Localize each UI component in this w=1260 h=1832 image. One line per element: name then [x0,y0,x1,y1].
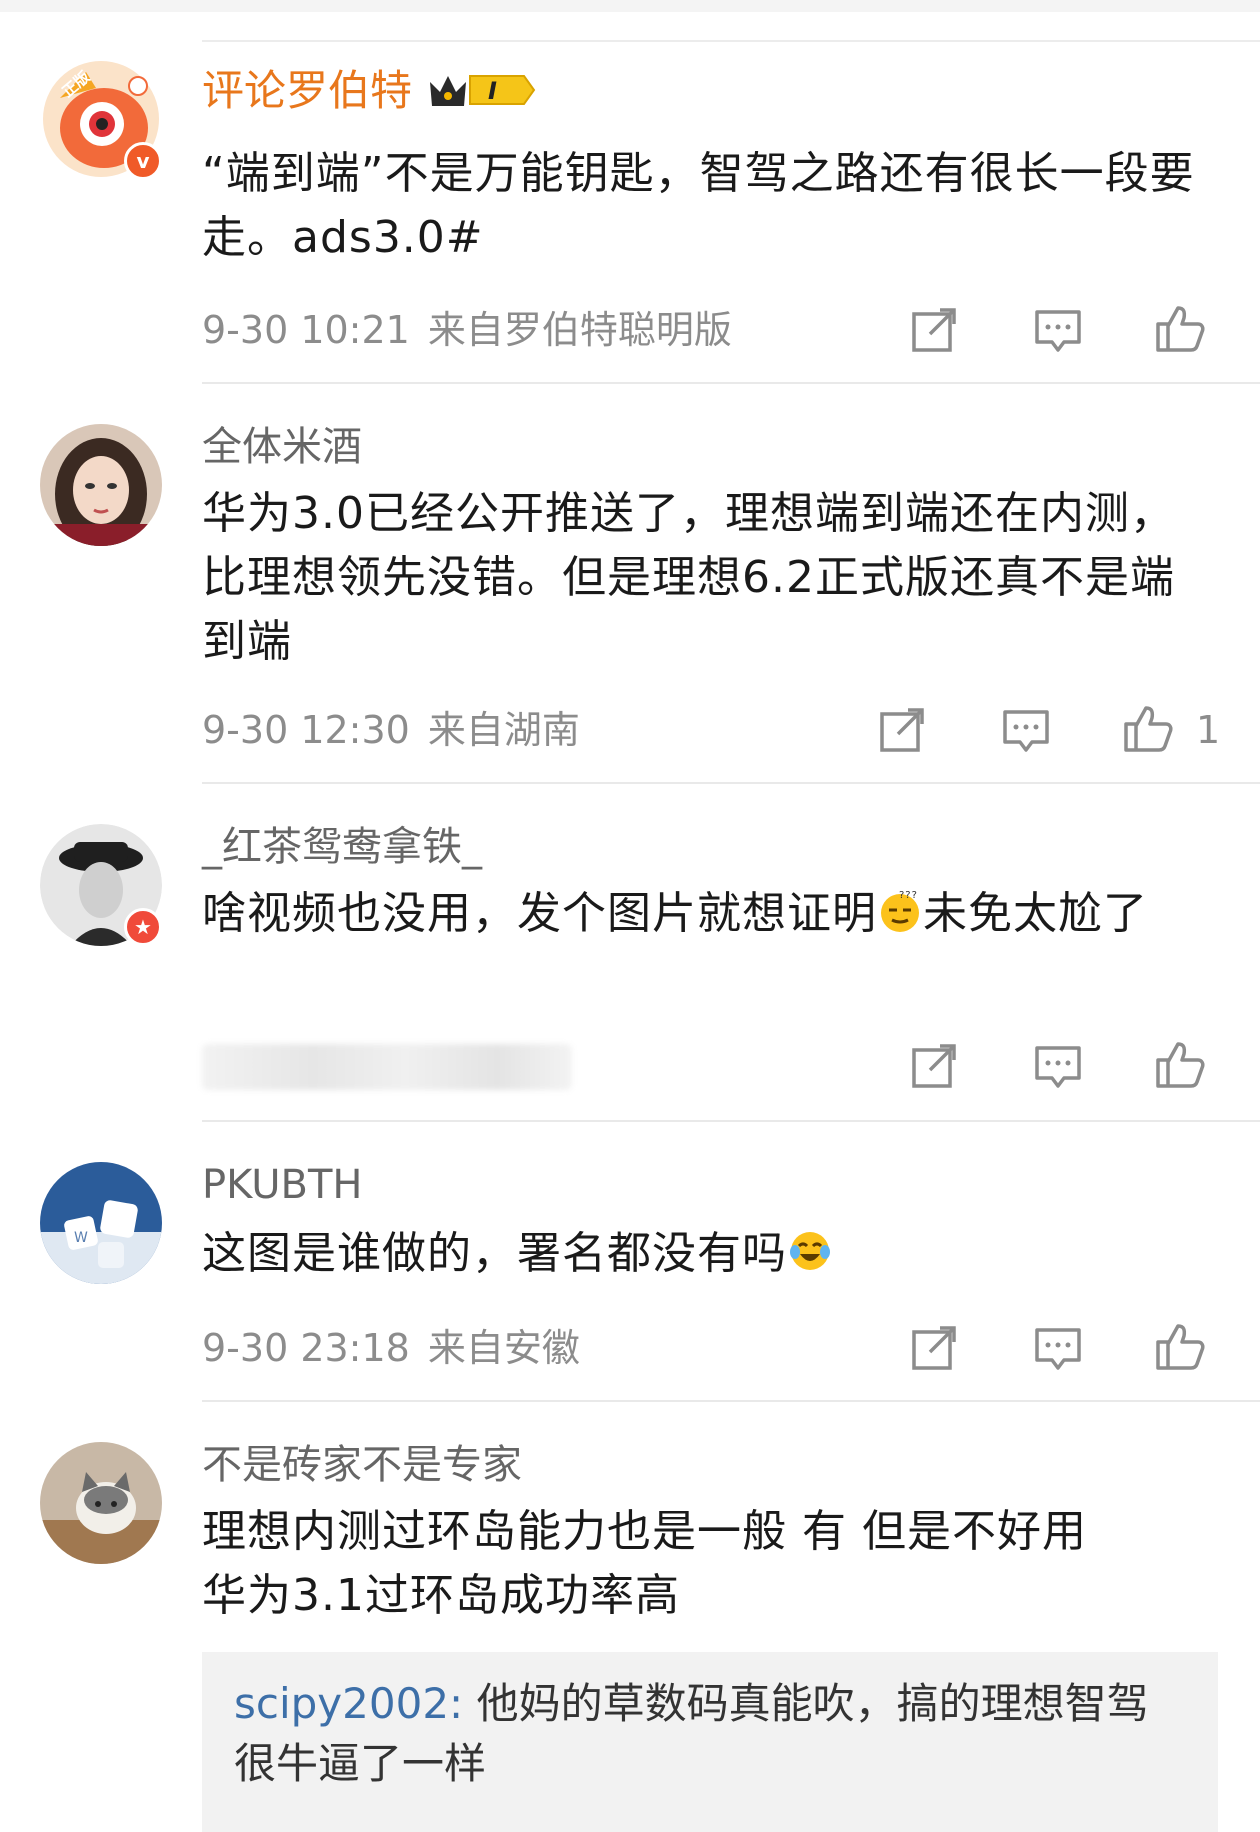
avatar[interactable]: ★ [40,824,162,946]
svg-text:W: W [74,1230,88,1246]
like-button[interactable] [1154,1038,1206,1090]
comment-button[interactable] [1032,1322,1084,1374]
comment-time: 9-30 10:21 [202,308,410,352]
comment-text: 理想内测过环岛能力也是一般 有 但是不好用 华为3.1过环岛成功率高 [202,1500,1212,1628]
vip-crown-badge-icon: I [430,75,536,106]
top-strip [0,0,1260,12]
share-icon [912,1326,956,1370]
like-count: 1 [1196,708,1221,752]
verified-badge-icon: v [124,142,162,180]
comment-time: 9-30 12:30 [202,708,410,752]
comment-text: 这图是谁做的，署名都没有吗 [202,1222,1212,1286]
comment-source: 来自罗伯特聪明版 [427,308,732,352]
share-button[interactable] [908,1322,960,1374]
comment-icon [1035,1046,1081,1088]
embarrassed-emoji-icon: ??? [881,890,919,932]
laugh-cry-emoji-icon [790,1232,830,1270]
comment-button[interactable] [1000,704,1052,756]
username[interactable]: 评论罗伯特 [202,66,412,116]
like-icon [1156,1042,1205,1088]
comment-meta: 9-30 12:30 来自湖南 [202,706,580,754]
comment-time: 9-30 23:18 [202,1326,410,1370]
comment-icon [1035,1328,1081,1370]
avatar-photo-image [40,424,162,546]
comment-icon [1003,710,1049,752]
reply-separator: : [449,1679,477,1728]
comment-icon [1035,310,1081,352]
share-icon [880,708,924,752]
comment-text-line: 华为3.1过环岛成功率高 [202,1570,680,1621]
avatar-keyboard-image: W [40,1162,162,1284]
username[interactable]: PKUBTH [202,1160,363,1210]
like-icon [1156,306,1205,352]
divider [202,40,1260,42]
comment-source: 来自安徽 [427,1326,580,1370]
comment-button[interactable] [1032,1040,1084,1092]
like-button[interactable] [1122,702,1174,754]
divider [202,782,1260,784]
username[interactable]: _红茶鸳鸯拿铁_ [202,822,482,872]
reply-preview[interactable]: scipy2002: 他妈的草数码真能吹，搞的理想智驾很牛逼了一样 [202,1652,1218,1832]
like-icon [1124,706,1173,752]
comment-text-part: 这图是谁做的，署名都没有吗 [202,1228,787,1279]
like-button[interactable] [1154,1320,1206,1372]
vip-level-text: I [488,77,497,105]
divider [202,382,1260,384]
blurred-meta [202,1044,572,1090]
avatar-cat-image [40,1442,162,1564]
comment-text-line: 理想内测过环岛能力也是一般 有 但是不好用 [202,1506,1087,1557]
comment-text: 啥视频也没用，发个图片就想证明??? 未免太尬了 [202,882,1212,946]
share-button[interactable] [908,1040,960,1092]
avatar[interactable]: W [40,1162,162,1284]
comment-meta: 9-30 10:21 来自罗伯特聪明版 [202,306,732,354]
comment-meta: 9-30 23:18 来自安徽 [202,1324,580,1372]
comment-text: “端到端”不是万能钥匙，智驾之路还有很长一段要走。ads3.0# [202,148,1195,263]
comment-source: 来自湖南 [427,708,580,752]
share-button[interactable] [876,704,928,756]
svg-text:???: ??? [899,890,918,901]
divider [202,1120,1260,1122]
comment-text-part: 啥视频也没用，发个图片就想证明 [202,888,877,939]
like-icon [1156,1324,1205,1370]
avatar[interactable] [40,1442,162,1564]
divider [202,1400,1260,1402]
comment-text-part: 未免太尬了 [923,888,1148,939]
like-button[interactable] [1154,302,1206,354]
share-button[interactable] [908,304,960,356]
username[interactable]: 全体米酒 [202,422,362,472]
avatar[interactable]: 正版 v [40,58,162,180]
share-icon [912,1044,956,1088]
username[interactable]: 不是砖家不是专家 [202,1440,522,1490]
comment-text: 华为3.0已经公开推送了，理想端到端还在内测，比理想领先没错。但是理想6.2正式… [202,488,1175,667]
reply-username[interactable]: scipy2002 [234,1679,449,1728]
comment-button[interactable] [1032,304,1084,356]
share-icon [912,308,956,352]
verified-badge-icon: ★ [124,908,162,946]
avatar[interactable] [40,424,162,546]
